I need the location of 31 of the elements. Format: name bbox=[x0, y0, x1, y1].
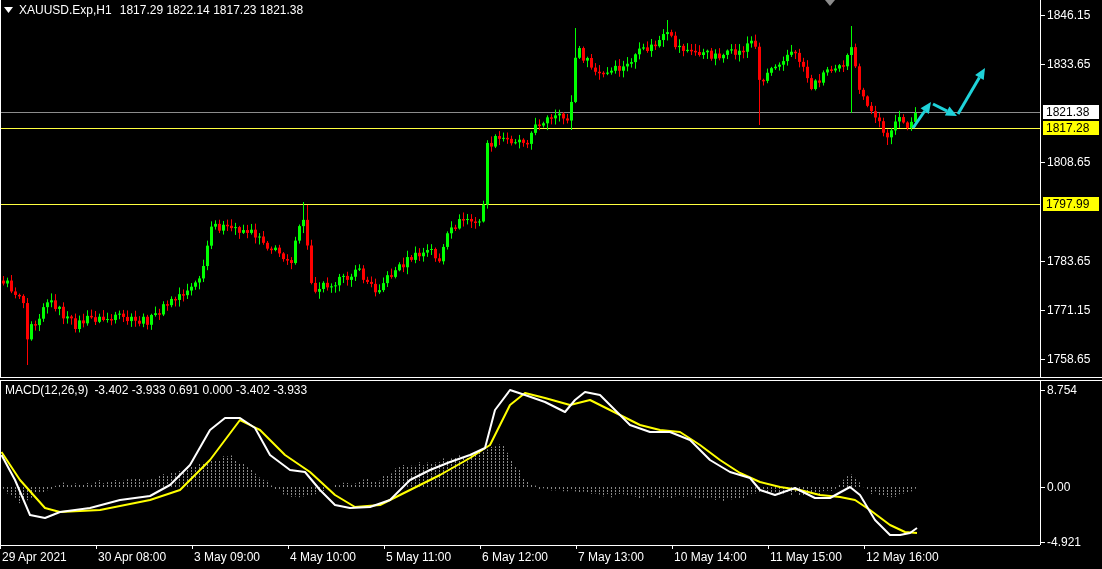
time-axis-label: 12 May 16:00 bbox=[866, 550, 939, 564]
macd-axis-label: 8.754 bbox=[1047, 383, 1078, 397]
time-axis-label: 29 Apr 2021 bbox=[2, 550, 67, 564]
time-axis-label: 30 Apr 08:00 bbox=[98, 550, 167, 564]
price-axis-label: 1771.15 bbox=[1047, 303, 1091, 317]
price-axis-label: 1846.15 bbox=[1047, 8, 1091, 22]
ohlc-values: 1817.29 1822.14 1817.23 1821.38 bbox=[119, 3, 304, 17]
time-axis-label: 7 May 13:00 bbox=[578, 550, 645, 564]
price-level-label: 1797.99 bbox=[1043, 197, 1099, 211]
time-axis-label: 11 May 15:00 bbox=[770, 550, 842, 564]
time-axis-label: 6 May 12:00 bbox=[482, 550, 549, 564]
macd-axis-label: 0.00 bbox=[1047, 480, 1071, 494]
bid-price-label: 1821.38 bbox=[1043, 105, 1099, 119]
price-axis-label: 1833.65 bbox=[1047, 57, 1091, 71]
trend-arrow[interactable] bbox=[956, 68, 985, 115]
price-axis-label: 1758.65 bbox=[1047, 352, 1091, 366]
trend-arrow[interactable] bbox=[932, 102, 957, 116]
trend-arrow[interactable] bbox=[911, 102, 931, 129]
time-axis-label: 5 May 11:00 bbox=[386, 550, 452, 564]
price-level-label: 1817.28 bbox=[1043, 121, 1099, 135]
indicator-values: -3.402 -3.933 0.691 0.000 -3.402 -3.933 bbox=[94, 383, 308, 397]
time-axis-label: 4 May 10:00 bbox=[290, 550, 357, 564]
macd-axis-label: -4.921 bbox=[1047, 535, 1082, 549]
price-axis-label: 1783.65 bbox=[1047, 254, 1091, 268]
triangle-marker-icon[interactable] bbox=[825, 0, 835, 6]
time-axis-label: 10 May 14:00 bbox=[674, 550, 747, 564]
indicator-name: MACD(12,26,9) bbox=[5, 383, 89, 397]
time-axis-label: 3 May 09:00 bbox=[194, 550, 261, 564]
price-axis-label: 1808.65 bbox=[1047, 155, 1091, 169]
down-triangle-icon[interactable] bbox=[4, 7, 13, 13]
symbol-title: XAUUSD.Exp,H1 bbox=[19, 3, 112, 17]
